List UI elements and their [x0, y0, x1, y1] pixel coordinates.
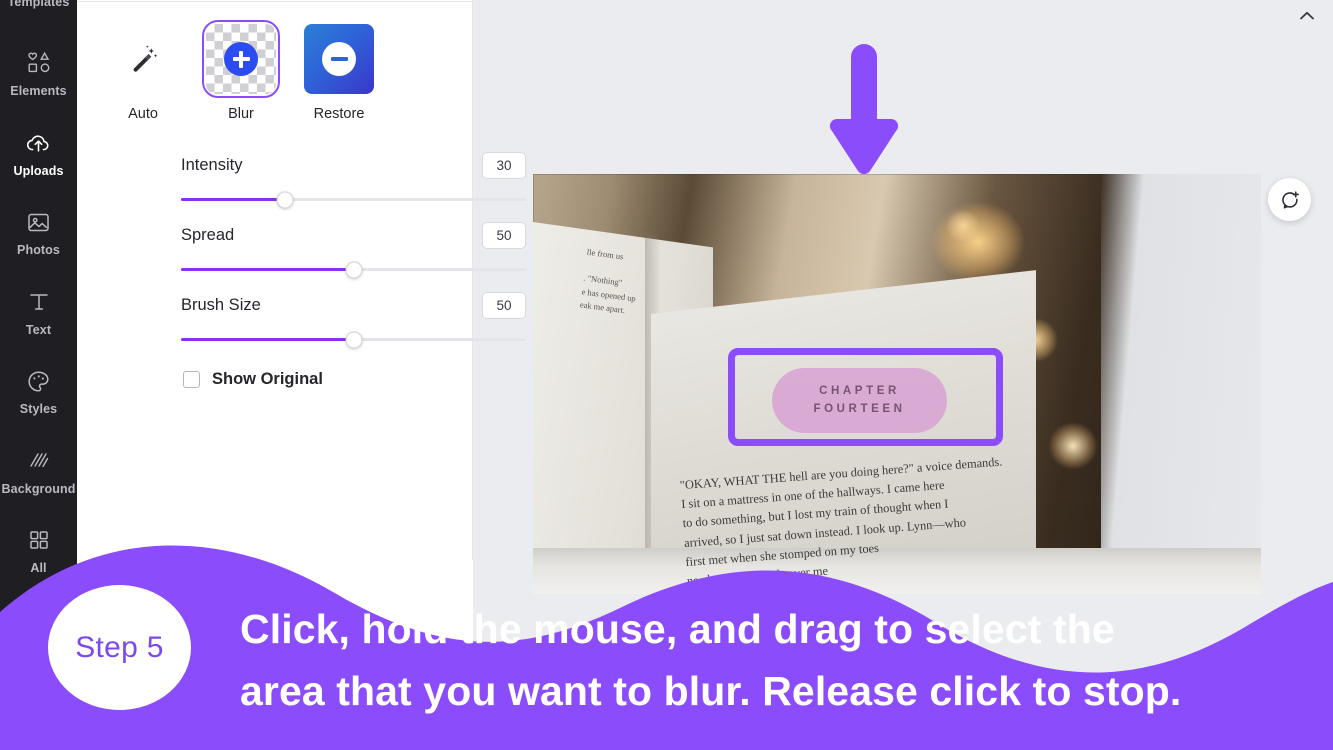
- blur-tool-panel: Auto Blur Restore Intensity 30 Spread 50…: [77, 0, 526, 560]
- slider-fill: [181, 198, 285, 201]
- upload-cloud-icon: [25, 128, 52, 158]
- chevron-up-icon[interactable]: [1297, 6, 1317, 26]
- sidebar-item-label: Styles: [19, 402, 58, 416]
- tool-restore[interactable]: Restore: [303, 24, 375, 122]
- add-comment-button[interactable]: [1268, 178, 1311, 221]
- step-badge-label: Step 5: [75, 630, 164, 664]
- slider-spread: Spread 50: [181, 222, 526, 278]
- slider-track[interactable]: [181, 331, 526, 348]
- tool-blur[interactable]: Blur: [202, 20, 280, 122]
- panel-top-divider: [77, 1, 472, 2]
- text-t-icon: [27, 287, 51, 317]
- slider-value-box[interactable]: 30: [482, 152, 526, 179]
- sidebar-item-label: Uploads: [13, 164, 64, 178]
- restore-tile: [304, 24, 374, 94]
- book-text-left-page: lle from us . "Nothing" e has opened up …: [579, 246, 637, 315]
- tool-auto[interactable]: Auto: [107, 24, 179, 122]
- blur-selection-rectangle[interactable]: [728, 348, 1003, 446]
- sidebar-item-label: Text: [25, 323, 52, 337]
- show-original-checkbox-row[interactable]: Show Original: [183, 370, 323, 389]
- slider-value-box[interactable]: 50: [482, 292, 526, 319]
- instruction-caption: Click, hold the mouse, and drag to selec…: [240, 598, 1320, 723]
- magic-wand-icon: [108, 24, 178, 94]
- slider-header: Intensity 30: [181, 152, 526, 179]
- sidebar-item-label: Elements: [10, 84, 67, 98]
- down-arrow-annotation: [825, 38, 903, 178]
- tool-label: Restore: [313, 106, 365, 122]
- blur-plus-icon: [202, 20, 280, 98]
- slider-track[interactable]: [181, 261, 526, 278]
- sidebar-item-text[interactable]: Text: [0, 281, 77, 343]
- sidebar-item-label: Background: [1, 482, 76, 496]
- checkbox-box[interactable]: [183, 371, 200, 388]
- slider-fill: [181, 268, 354, 271]
- caption-line-2: area that you want to blur. Release clic…: [240, 668, 1182, 715]
- palette-icon: [26, 366, 51, 396]
- sidebar-item-photos[interactable]: Photos: [0, 201, 77, 263]
- slider-knob[interactable]: [345, 331, 362, 348]
- slider-brush-size: Brush Size 50: [181, 292, 526, 348]
- checkbox-label: Show Original: [212, 370, 323, 388]
- slider-header: Spread 50: [181, 222, 526, 249]
- slider-intensity: Intensity 30: [181, 152, 526, 208]
- sidebar-item-styles[interactable]: Styles: [0, 360, 77, 422]
- slider-fill: [181, 338, 354, 341]
- slider-value-box[interactable]: 50: [482, 222, 526, 249]
- sidebar-item-uploads[interactable]: Uploads: [0, 122, 77, 184]
- slider-knob[interactable]: [276, 191, 293, 208]
- canva-editor-screenshot: Templates Elements Uploads Photos Text S…: [0, 0, 1333, 750]
- tool-label: Blur: [228, 106, 254, 122]
- hatch-icon: [26, 446, 51, 476]
- sidebar-item-label: Photos: [17, 243, 60, 257]
- plus-badge: [224, 42, 258, 76]
- sidebar-item-background[interactable]: Background: [0, 440, 77, 502]
- slider-label: Spread: [181, 226, 235, 244]
- slider-label: Intensity: [181, 156, 243, 174]
- image-icon: [26, 207, 51, 237]
- slider-header: Brush Size 50: [181, 292, 526, 319]
- sidebar-item-templates[interactable]: Templates: [0, 0, 77, 14]
- step-badge: Step 5: [48, 585, 191, 710]
- slider-knob[interactable]: [345, 261, 362, 278]
- caption-line-1: Click, hold the mouse, and drag to selec…: [240, 606, 1115, 652]
- slider-track[interactable]: [181, 191, 526, 208]
- slider-label: Brush Size: [181, 296, 261, 314]
- sidebar-item-elements[interactable]: Elements: [0, 42, 77, 104]
- shapes-icon: [26, 48, 52, 78]
- minus-badge: [322, 42, 356, 76]
- sidebar-item-label: Templates: [7, 0, 70, 9]
- tool-label: Auto: [128, 106, 158, 122]
- tool-mode-group: Auto Blur Restore: [77, 20, 472, 122]
- restore-minus-icon: [304, 24, 374, 94]
